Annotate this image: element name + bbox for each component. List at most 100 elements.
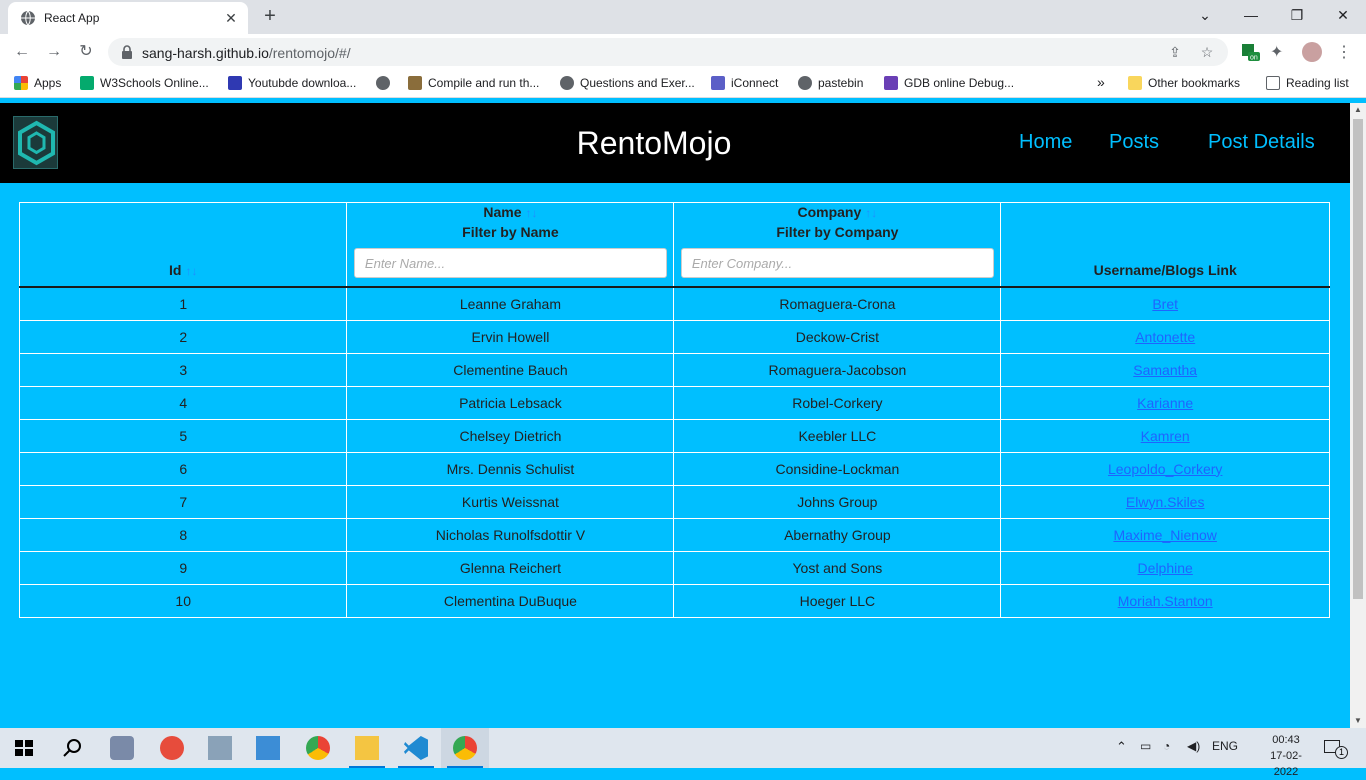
table-row: 9 Glenna Reichert Yost and Sons Delphine [18,550,1330,585]
username-link[interactable]: Maxime_Nienow [1113,527,1216,543]
cell-username: Kamren [1000,418,1330,453]
taskbar-app-todo[interactable] [148,728,196,768]
username-link[interactable]: Antonette [1135,329,1195,345]
username-link[interactable]: Kamren [1141,428,1190,444]
taskbar-app-explorer[interactable] [343,728,391,768]
browser-toolbar: ← → ↻ sang-harsh.github.io/rentomojo/#/ … [0,34,1366,70]
sort-icon[interactable]: ↑↓ [185,264,197,278]
close-tab-icon[interactable]: ✕ [222,9,240,27]
username-link[interactable]: Karianne [1137,395,1193,411]
reading-list-label: Reading list [1286,76,1349,90]
bookmark-star-icon[interactable]: ☆ [1198,43,1216,61]
username-link[interactable]: Delphine [1138,560,1193,576]
battery-icon[interactable]: ▭ [1140,739,1151,753]
network-icon[interactable]: ◔ [1163,739,1170,753]
cell-name: Nicholas Runolfsdottir V [346,517,675,552]
bookmark-globe[interactable] [376,76,396,92]
scroll-down-icon[interactable]: ▼ [1350,714,1366,728]
clock[interactable]: 00:43 17-02-2022 [1258,732,1314,780]
taskbar-app-chrome[interactable] [294,728,342,768]
forward-icon[interactable]: → [42,40,66,64]
address-bar[interactable]: sang-harsh.github.io/rentomojo/#/ ⇪ ☆ [108,38,1228,66]
cell-name: Mrs. Dennis Schulist [346,451,675,486]
cell-company: Deckow-Crist [673,319,1002,354]
sort-icon: ↑↓ [525,206,538,220]
extensions-puzzle-icon[interactable]: ✦ [1270,42,1290,62]
profile-avatar[interactable] [1302,42,1322,62]
cell-username: Antonette [1000,319,1330,354]
column-header-company: Company ↑↓ Filter by Company [673,202,1002,288]
cell-id: 9 [18,550,348,585]
scrollbar-thumb[interactable] [1353,119,1363,599]
column-header-id[interactable]: Id ↑↓ [18,202,348,288]
bookmark-w3schools[interactable]: W3Schools Online... [80,76,209,92]
username-link[interactable]: Bret [1152,296,1178,312]
bookmark-iconnect[interactable]: iConnect [711,76,778,92]
browser-tab[interactable]: React App ✕ [8,2,248,34]
bookmark-label: Apps [34,76,62,90]
minimize-button[interactable]: — [1228,0,1274,32]
menu-kebab-icon[interactable]: ⋮ [1334,42,1354,62]
header-label-company: Company [797,204,862,220]
bookmark-pastebin[interactable]: pastebin [798,76,863,92]
bookmark-questions[interactable]: Questions and Exer... [560,76,695,92]
header-company-title[interactable]: Company ↑↓ [674,203,1000,223]
cell-name: Glenna Reichert [346,550,675,585]
nav-post-details[interactable]: Post Details [1208,131,1315,154]
tray-chevron-icon[interactable]: ⌃ [1116,739,1127,755]
new-tab-button[interactable]: + [258,5,282,29]
bookmarks-bar: Apps W3Schools Online... Youtubde downlo… [0,70,1366,98]
header-name-title[interactable]: Name ↑↓ [347,203,673,223]
reading-list[interactable]: Reading list [1266,76,1349,92]
bookmarks-overflow-icon[interactable]: » [1097,74,1105,90]
cell-name: Patricia Lebsack [346,385,675,420]
notifications-button[interactable]: 1 [1322,738,1348,759]
share-icon[interactable]: ⇪ [1166,43,1184,61]
cell-id: 8 [18,517,348,552]
taskbar-app-chrome-profile[interactable] [441,728,489,768]
bookmark-compile-run[interactable]: Compile and run th... [408,76,539,92]
bookmark-apps[interactable]: Apps [14,76,61,92]
extension-icon[interactable]: on [1240,42,1260,62]
name-filter-input[interactable] [353,248,667,278]
page-viewport: RentoMojo Home Posts Post Details Id ↑↓ N… [0,103,1350,728]
cell-username: Karianne [1000,385,1330,420]
other-bookmarks-folder[interactable]: Other bookmarks [1128,76,1240,92]
language-indicator[interactable]: ENG [1212,739,1238,753]
tab-search-icon[interactable]: ⌄ [1182,0,1228,32]
bookmark-gdb[interactable]: GDB online Debug... [884,76,1014,92]
sort-icon: ↑↓ [865,206,878,220]
apps-grid-icon [14,76,28,90]
taskbar-app-ime[interactable] [98,728,146,768]
company-filter-label: Filter by Company [776,224,899,240]
column-header-username: Username/Blogs Link [1000,202,1330,288]
restore-button[interactable]: ❐ [1274,0,1320,32]
taskbar-app-vscode[interactable] [392,728,440,768]
back-icon[interactable]: ← [10,40,34,64]
scroll-up-icon[interactable]: ▲ [1350,103,1366,117]
bookmark-youtube-downloader[interactable]: Youtubde downloa... [228,76,356,92]
cell-username: Moriah.Stanton [1000,583,1330,618]
url-text: sang-harsh.github.io/rentomojo/#/ [142,45,351,61]
search-button[interactable] [48,728,96,768]
volume-icon[interactable]: ◀) [1187,739,1200,753]
start-button[interactable] [0,728,48,768]
username-link[interactable]: Leopoldo_Corkery [1108,461,1222,477]
page-scrollbar[interactable]: ▲ ▼ [1350,103,1366,728]
windows-logo-icon [15,740,33,756]
taskbar-app-monitor[interactable] [196,728,244,768]
username-link[interactable]: Elwyn.Skiles [1126,494,1205,510]
cell-company: Keebler LLC [673,418,1002,453]
nav-posts[interactable]: Posts [1109,131,1159,154]
notification-count-badge: 1 [1335,746,1348,759]
cc-icon [408,76,422,90]
username-link[interactable]: Samantha [1133,362,1197,378]
reload-icon[interactable]: ↻ [74,40,98,64]
globe-icon [798,76,812,90]
company-filter-input[interactable] [680,248,994,278]
taskbar-app-control-panel[interactable] [244,728,292,768]
username-link[interactable]: Moriah.Stanton [1118,593,1213,609]
nav-home[interactable]: Home [1019,131,1072,154]
close-window-button[interactable]: ✕ [1320,0,1366,32]
cell-name: Ervin Howell [346,319,675,354]
